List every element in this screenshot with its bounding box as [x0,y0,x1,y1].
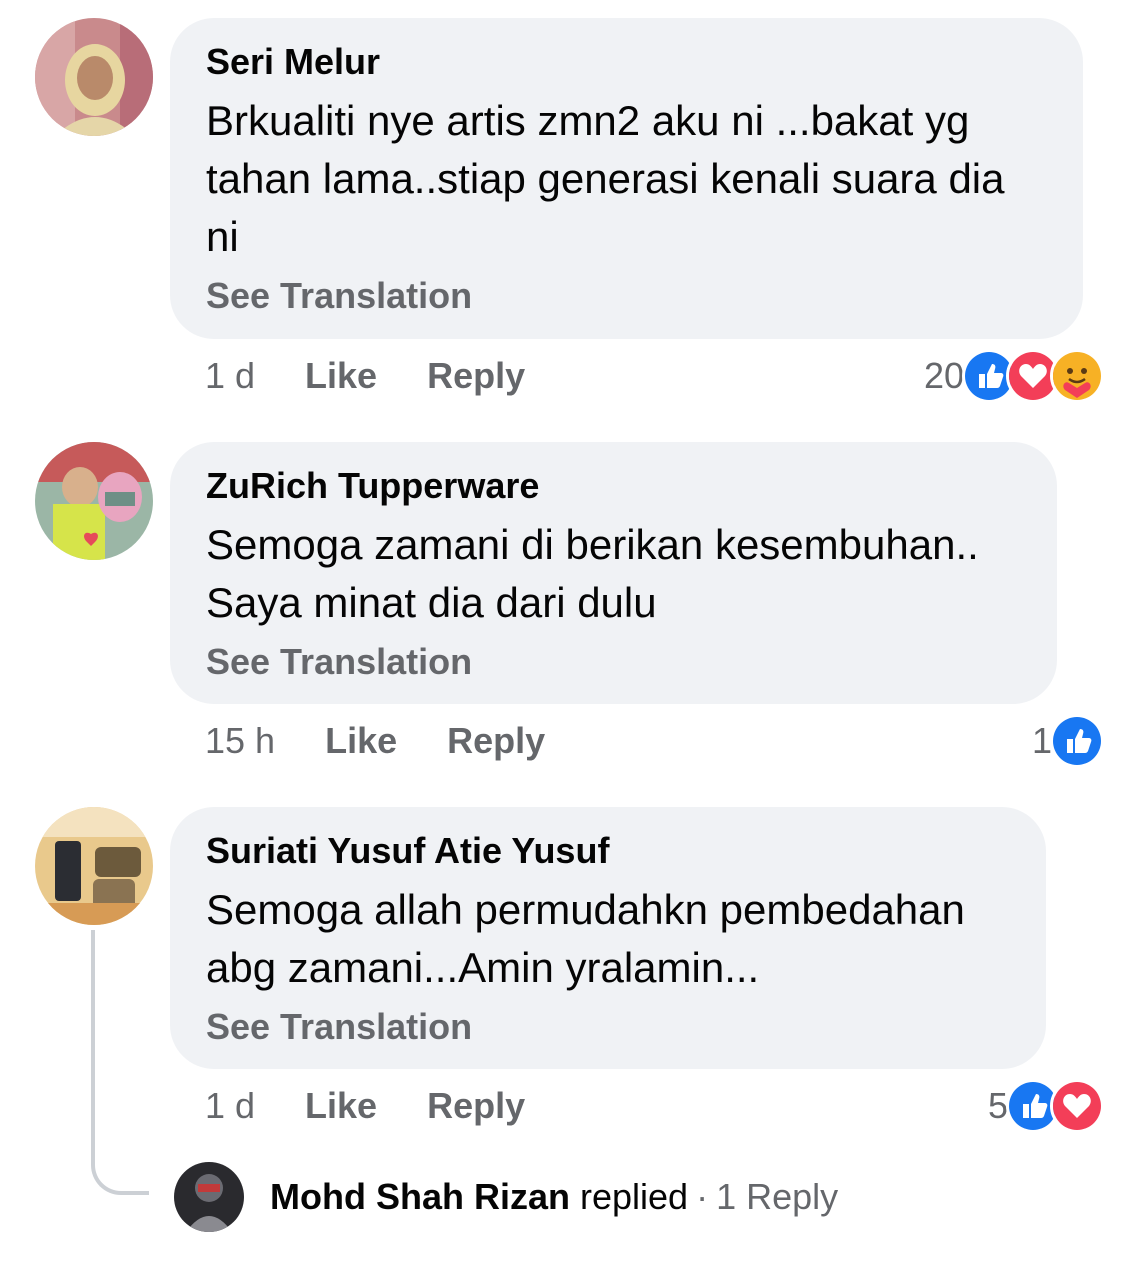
comment-author[interactable]: Suriati Yusuf Atie Yusuf [206,829,1010,873]
like-button[interactable]: Like [305,1085,377,1127]
thread-connector [91,930,149,1195]
comment-text: Semoga zamani di berikan kesembuhan.. Sa… [206,521,979,626]
love-icon [1050,1079,1104,1133]
comment-actions: 1 d Like Reply [205,351,525,401]
comment-timestamp[interactable]: 1 d [205,355,255,397]
comment-actions: 1 d Like Reply [205,1081,525,1131]
avatar[interactable] [174,1162,244,1232]
reply-button[interactable]: Reply [447,720,545,762]
see-translation-link[interactable]: See Translation [206,640,1021,684]
comment-bubble: Seri Melur Brkualiti nye artis zmn2 aku … [170,18,1083,339]
see-translation-link[interactable]: See Translation [206,1005,1010,1049]
reaction-count: 5 [987,1085,1008,1126]
comment-timestamp[interactable]: 15 h [205,720,275,762]
comment-text: Brkualiti nye artis zmn2 aku ni ...bakat… [206,97,1005,260]
comment-actions: 15 h Like Reply [205,716,545,766]
care-icon [1050,349,1104,403]
like-button[interactable]: Like [305,355,377,397]
separator-dot: · [696,1176,709,1217]
comment-bubble: ZuRich Tupperware Semoga zamani di berik… [170,442,1057,704]
avatar[interactable] [35,807,153,925]
reply-button[interactable]: Reply [427,355,525,397]
reaction-count: 1 [1031,720,1052,761]
comment-bubble: Suriati Yusuf Atie Yusuf Semoga allah pe… [170,807,1046,1069]
avatar[interactable] [35,442,153,560]
reply-author[interactable]: Mohd Shah Rizan [270,1176,570,1218]
like-button[interactable]: Like [325,720,397,762]
reactions-summary[interactable]: 5 [987,1079,1104,1133]
see-translation-link[interactable]: See Translation [206,274,1047,318]
comment-author[interactable]: ZuRich Tupperware [206,464,1021,508]
reactions-summary[interactable]: 1 [1031,714,1104,768]
comment-timestamp[interactable]: 1 d [205,1085,255,1127]
like-icon [1050,714,1104,768]
view-replies-link[interactable]: Mohd Shah Rizan replied · 1 Reply [174,1162,838,1232]
reply-button[interactable]: Reply [427,1085,525,1127]
reply-count[interactable]: 1 Reply [716,1176,838,1218]
reaction-count: 20 [923,355,964,396]
comment-text: Semoga allah permudahkn pembedahan abg z… [206,886,965,991]
avatar[interactable] [35,18,153,136]
reply-verb: replied [580,1176,689,1217]
comment-author[interactable]: Seri Melur [206,40,1047,84]
reactions-summary[interactable]: 20 [923,349,1104,403]
